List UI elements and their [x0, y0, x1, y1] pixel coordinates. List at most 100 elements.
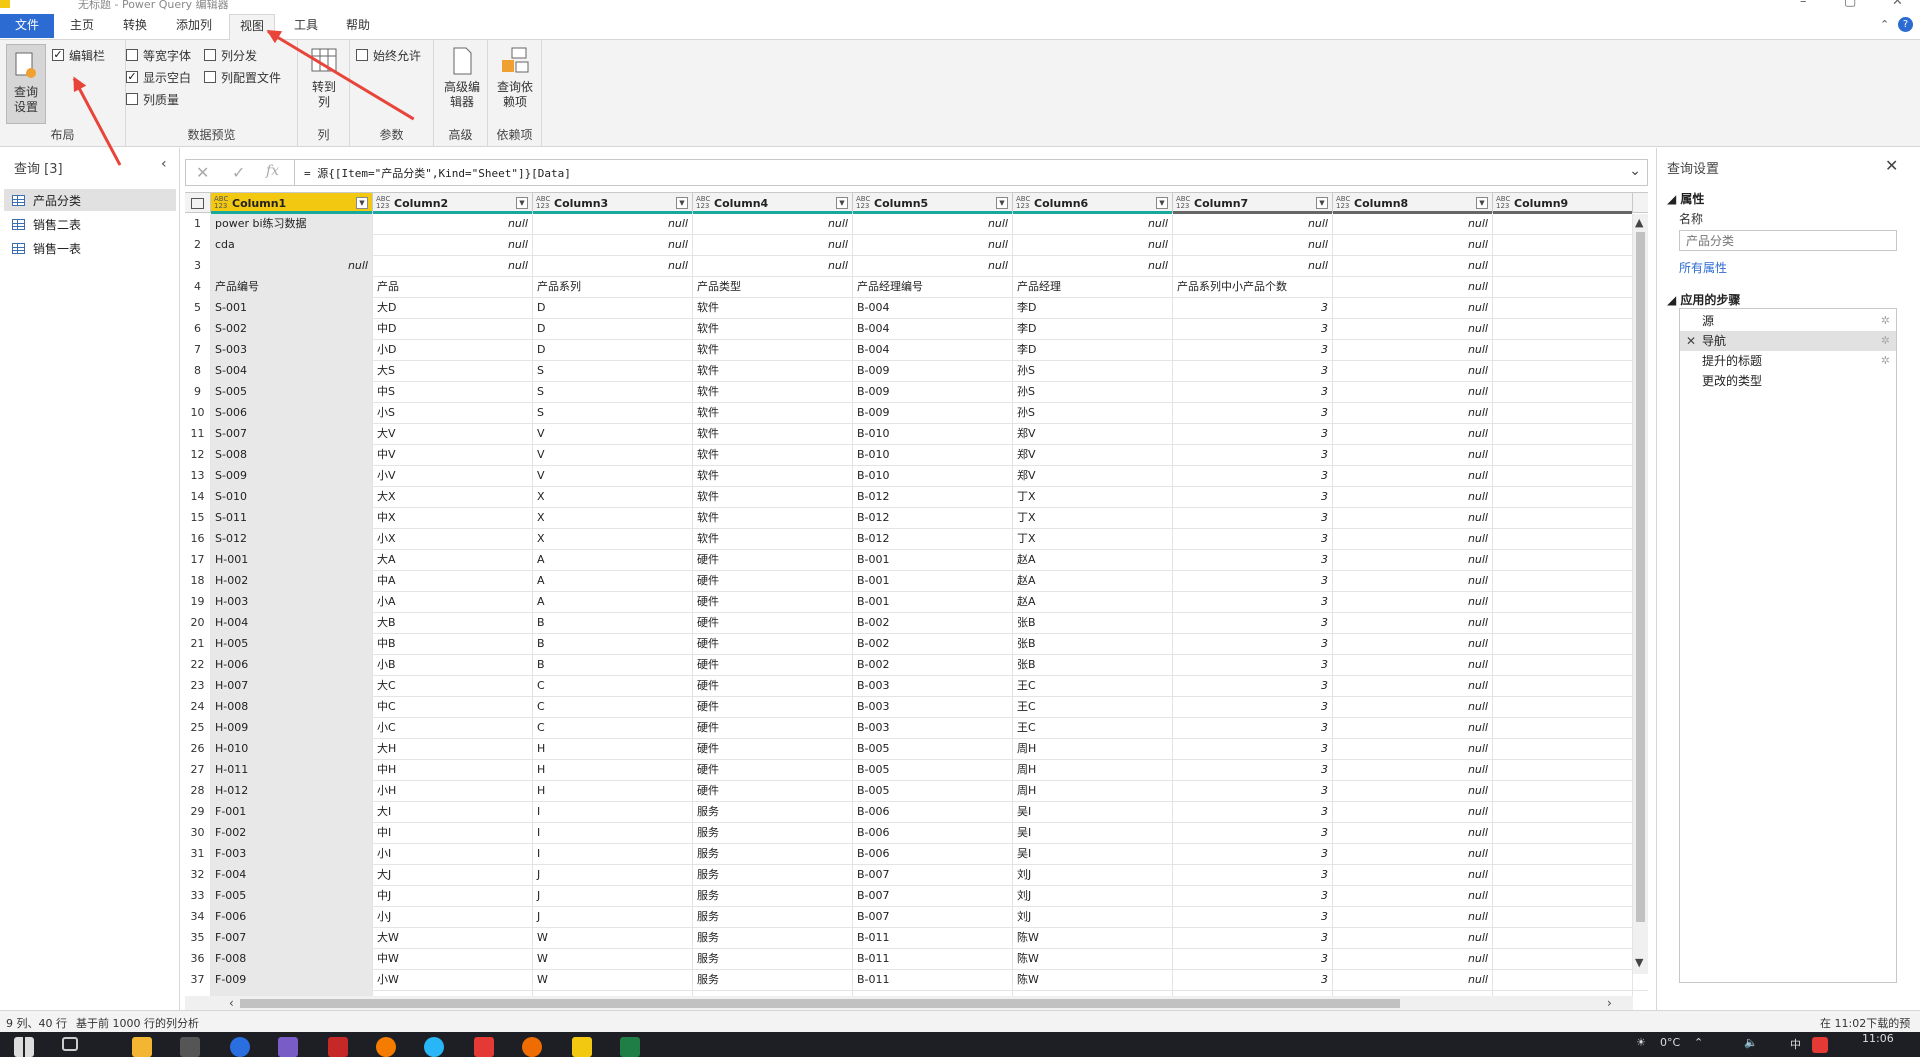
table-cell[interactable] [1493, 949, 1633, 970]
table-cell[interactable]: null [1333, 529, 1493, 550]
table-cell[interactable]: 大W [373, 928, 533, 949]
table-cell[interactable]: B-004 [853, 340, 1013, 361]
table-cell[interactable]: null [1333, 613, 1493, 634]
table-cell[interactable]: 张B [1013, 634, 1173, 655]
table-cell[interactable]: B-011 [853, 928, 1013, 949]
row-number[interactable]: 23 [185, 676, 211, 697]
table-cell[interactable]: B-007 [853, 886, 1013, 907]
applied-steps-heading[interactable]: ◢ 应用的步骤 [1667, 291, 1740, 308]
table-cell[interactable]: 硬件 [693, 571, 853, 592]
table-cell[interactable]: null [1333, 697, 1493, 718]
table-cell[interactable]: B-010 [853, 424, 1013, 445]
file-menu[interactable]: 文件 [0, 14, 54, 38]
table-cell[interactable]: 3 [1173, 550, 1333, 571]
table-cell[interactable]: D [533, 340, 693, 361]
table-cell[interactable]: 刘J [1013, 886, 1173, 907]
table-cell[interactable]: 产品经理 [1013, 277, 1173, 298]
table-cell[interactable]: 3 [1173, 403, 1333, 424]
browser-icon[interactable] [230, 1037, 250, 1057]
table-cell[interactable]: null [1333, 676, 1493, 697]
table-cell[interactable]: 小H [373, 781, 533, 802]
table-cell[interactable]: null [1333, 466, 1493, 487]
table-cell[interactable]: 产品系列 [533, 277, 693, 298]
table-cell[interactable]: W [533, 949, 693, 970]
table-cell[interactable]: B-007 [853, 865, 1013, 886]
table-cell[interactable]: 刘J [1013, 865, 1173, 886]
filter-dropdown-icon[interactable]: ▼ [1156, 197, 1168, 209]
table-cell[interactable]: 王C [1013, 718, 1173, 739]
table-cell[interactable]: S-001 [211, 298, 373, 319]
query-item-sales-1[interactable]: 销售一表 [4, 237, 176, 259]
table-cell[interactable]: H-010 [211, 739, 373, 760]
table-cell[interactable]: null [1333, 382, 1493, 403]
app-icon[interactable] [278, 1037, 298, 1057]
filter-dropdown-icon[interactable]: ▼ [676, 197, 688, 209]
table-cell[interactable]: F-007 [211, 928, 373, 949]
table-cell[interactable] [1493, 466, 1633, 487]
table-cell[interactable]: 软件 [693, 298, 853, 319]
table-cell[interactable]: null [373, 235, 533, 256]
table-cell[interactable]: 小W [373, 970, 533, 991]
table-cell[interactable]: B-006 [853, 802, 1013, 823]
table-cell[interactable]: 大X [373, 487, 533, 508]
row-number[interactable]: 35 [185, 928, 211, 949]
table-cell[interactable]: 中I [373, 823, 533, 844]
table-cell[interactable] [1493, 445, 1633, 466]
table-cell[interactable]: 软件 [693, 340, 853, 361]
table-cell[interactable] [1493, 340, 1633, 361]
table-cell[interactable]: B-002 [853, 655, 1013, 676]
tab-transform[interactable]: 转换 [113, 14, 157, 38]
minimize-icon[interactable]: – [1800, 0, 1807, 9]
table-cell[interactable]: X [533, 487, 693, 508]
table-cell[interactable]: 服务 [693, 949, 853, 970]
row-number[interactable]: 25 [185, 718, 211, 739]
row-number[interactable]: 6 [185, 319, 211, 340]
table-cell[interactable]: null [533, 214, 693, 235]
table-cell[interactable]: null [1333, 298, 1493, 319]
table-cell[interactable]: 赵A [1013, 550, 1173, 571]
column-header[interactable]: ABC 123 Column4 ▼ [693, 193, 853, 214]
table-cell[interactable]: B-003 [853, 718, 1013, 739]
table-cell[interactable]: 大H [373, 739, 533, 760]
table-cell[interactable]: null [1333, 886, 1493, 907]
row-number[interactable]: 1 [185, 214, 211, 235]
table-cell[interactable]: C [533, 697, 693, 718]
table-cell[interactable] [1493, 613, 1633, 634]
table-cell[interactable]: B [533, 634, 693, 655]
table-cell[interactable] [1493, 781, 1633, 802]
table-cell[interactable] [1493, 529, 1633, 550]
table-cell[interactable]: B-004 [853, 319, 1013, 340]
fx-icon[interactable]: fx [266, 163, 279, 179]
table-cell[interactable]: 软件 [693, 466, 853, 487]
table-cell[interactable]: F-002 [211, 823, 373, 844]
row-number[interactable]: 11 [185, 424, 211, 445]
type-abc123-icon[interactable]: ABC 123 [1176, 196, 1190, 210]
step-changed-type[interactable]: 更改的类型 [1680, 371, 1896, 391]
table-cell[interactable]: 小X [373, 529, 533, 550]
table-cell[interactable]: 小V [373, 466, 533, 487]
type-abc123-icon[interactable]: ABC 123 [536, 196, 550, 210]
table-cell[interactable] [1493, 424, 1633, 445]
table-cell[interactable]: B-010 [853, 466, 1013, 487]
table-cell[interactable]: 硬件 [693, 634, 853, 655]
table-cell[interactable]: null [853, 256, 1013, 277]
row-number[interactable]: 2 [185, 235, 211, 256]
table-cell[interactable] [1493, 277, 1633, 298]
table-cell[interactable]: B-004 [853, 298, 1013, 319]
table-cell[interactable]: 丁X [1013, 529, 1173, 550]
table-cell[interactable]: 硬件 [693, 655, 853, 676]
app-icon[interactable] [424, 1037, 444, 1057]
column-header[interactable]: ABC 123 Column6 ▼ [1013, 193, 1173, 214]
table-cell[interactable]: W [533, 970, 693, 991]
close-icon[interactable]: ✕ [1885, 156, 1898, 175]
table-cell[interactable]: H-002 [211, 571, 373, 592]
table-cell[interactable]: 3 [1173, 697, 1333, 718]
table-cell[interactable]: 服务 [693, 970, 853, 991]
filter-dropdown-icon[interactable]: ▼ [1476, 197, 1488, 209]
table-cell[interactable]: 产品类型 [693, 277, 853, 298]
help-icon[interactable]: ? [1898, 17, 1913, 32]
table-cell[interactable] [1493, 571, 1633, 592]
column-header[interactable]: ABC 123 Column1 ▼ [211, 193, 373, 214]
table-cell[interactable]: 吴I [1013, 844, 1173, 865]
table-cell[interactable] [1493, 823, 1633, 844]
